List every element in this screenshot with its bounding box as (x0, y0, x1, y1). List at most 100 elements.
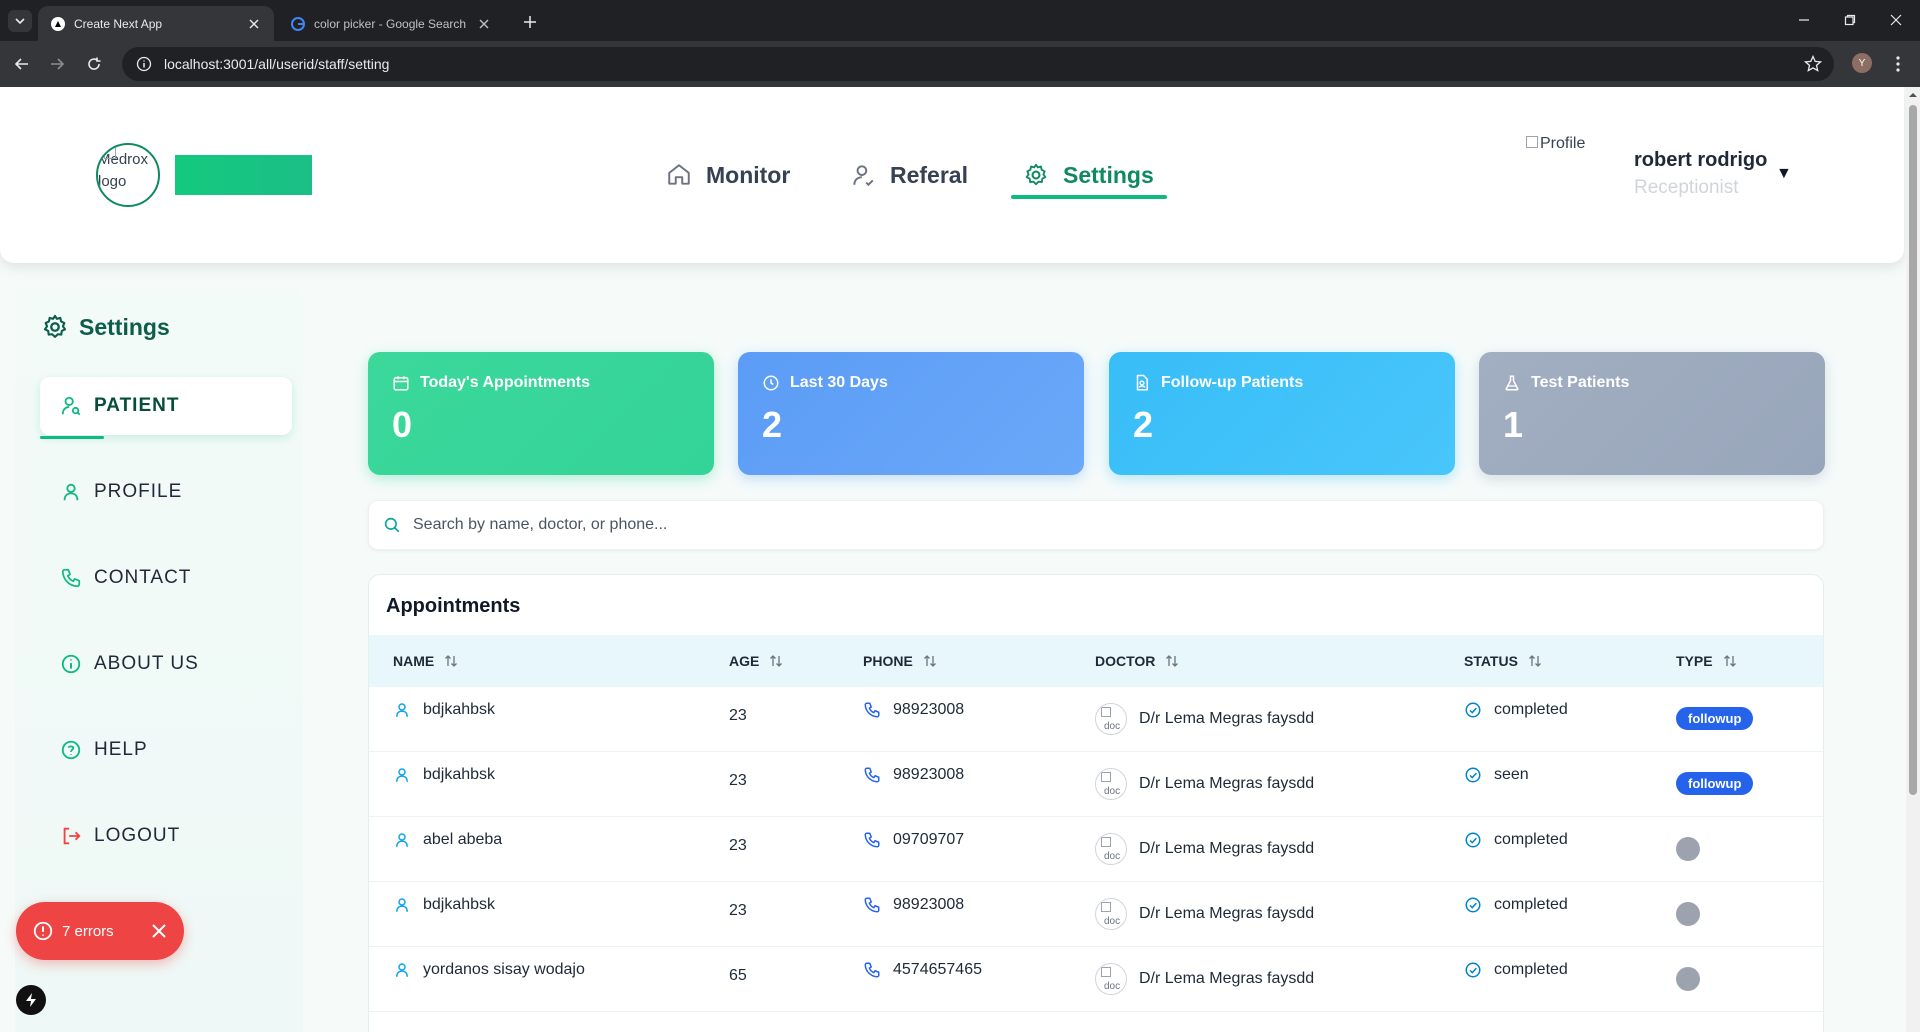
sidebar-item-logout[interactable]: LOGOUT (40, 807, 292, 865)
page-scrollbar[interactable] (1906, 87, 1920, 1032)
column-header-phone[interactable]: PHONE (863, 635, 937, 687)
sidebar-item-label: PATIENT (94, 395, 180, 416)
profile-image[interactable]: Profile (1526, 135, 1585, 153)
restore-button[interactable] (1830, 8, 1870, 32)
close-icon[interactable] (246, 16, 262, 32)
cell-name: bdjkahbsk (393, 896, 495, 914)
table-row[interactable]: bdjkahbsk 23 98923008 doc D/r Lema Megra… (369, 687, 1823, 752)
logo[interactable]: Medrox logo (96, 143, 160, 207)
sidebar-item-help[interactable]: HELP (40, 721, 292, 779)
stat-label: Today's Appointments (420, 374, 591, 391)
back-button[interactable] (10, 52, 34, 76)
column-header-status[interactable]: STATUS (1464, 635, 1542, 687)
sidebar-item-contact[interactable]: CONTACT (40, 549, 292, 607)
patient-phone: 4574657465 (893, 961, 982, 978)
forward-button[interactable] (45, 52, 69, 76)
errors-count: 7 errors (62, 922, 114, 940)
close-icon[interactable] (152, 924, 166, 938)
cell-age: 23 (729, 772, 747, 789)
table-row[interactable]: yordanos sisay wodajo 65 4574657465 doc … (369, 947, 1823, 1012)
browser-menu-button[interactable] (1888, 53, 1908, 75)
phone-icon (864, 897, 880, 913)
bookmark-star-icon[interactable] (1804, 55, 1822, 73)
cell-status: seen (1464, 766, 1529, 784)
sort-icon (1528, 655, 1541, 667)
nav-label: Settings (1063, 161, 1154, 188)
column-header-age[interactable]: AGE (729, 635, 783, 687)
address-bar[interactable]: localhost:3001/all/userid/staff/setting (122, 47, 1834, 81)
cell-phone: 09709707 (863, 831, 964, 849)
sidebar-item-label: CONTACT (94, 567, 192, 588)
stat-label: Test Patients (1531, 374, 1630, 391)
doctor-avatar: doc (1095, 898, 1127, 930)
reload-button[interactable] (82, 52, 106, 76)
column-header-doctor[interactable]: DOCTOR (1095, 635, 1179, 687)
sidebar-item-profile[interactable]: PROFILE (40, 463, 292, 521)
doctor-name: D/r Lema Megras faysdd (1139, 970, 1315, 987)
new-tab-button[interactable] (520, 12, 540, 32)
browser-profile-avatar[interactable]: Y (1852, 53, 1872, 73)
table-row[interactable]: abel abeba 23 09709707 doc D/r Lema Megr… (369, 817, 1823, 882)
sort-icon (770, 655, 783, 667)
nextjs-favicon-icon (50, 16, 66, 32)
window-close-button[interactable] (1876, 8, 1916, 32)
close-icon[interactable] (476, 16, 492, 32)
patient-name: bdjkahbsk (423, 766, 496, 783)
cell-age: 23 (729, 707, 747, 724)
cell-phone: 98923008 (863, 701, 964, 719)
nextjs-devtools-button[interactable] (16, 985, 46, 1015)
sort-icon (1166, 655, 1179, 667)
user-menu-caret[interactable]: ▼ (1776, 165, 1792, 183)
table-row[interactable]: bdjkahbsk 23 98923008 doc D/r Lema Megra… (369, 882, 1823, 947)
tab-search-button[interactable] (8, 10, 32, 32)
stat-card-test-patients[interactable]: Test Patients 1 (1479, 352, 1825, 475)
cell-name: bdjkahbsk (393, 766, 495, 784)
user-icon (396, 963, 408, 977)
cell-doctor: doc D/r Lema Megras faysdd (1095, 703, 1314, 735)
stat-value: 2 (1133, 404, 1154, 445)
table-row[interactable]: bdjkahbsk 23 98923008 doc D/r Lema Megra… (369, 752, 1823, 817)
active-nav-indicator (1011, 195, 1167, 199)
patient-phone: 09709707 (893, 831, 965, 848)
broken-image-icon (1101, 967, 1111, 977)
cell-status: completed (1464, 896, 1568, 914)
cell-type (1676, 837, 1700, 861)
sidebar-item-patient[interactable]: PATIENT (40, 377, 292, 439)
status-text: completed (1494, 961, 1568, 978)
column-header-type[interactable]: TYPE (1676, 635, 1737, 687)
nav-label: Monitor (706, 161, 791, 188)
column-header-label: TYPE (1676, 653, 1713, 669)
browser-tab[interactable]: color picker - Google Search (278, 6, 504, 41)
nav-monitor[interactable]: Monitor (666, 157, 790, 193)
dev-errors-indicator[interactable]: 7 errors (16, 902, 184, 960)
user-name[interactable]: robert rodrigo (1634, 149, 1767, 172)
scroll-up-icon[interactable] (1909, 91, 1917, 99)
scrollbar-thumb[interactable] (1909, 105, 1917, 795)
patient-phone: 98923008 (893, 766, 965, 783)
site-info-icon[interactable] (136, 56, 152, 72)
gear-icon (43, 314, 67, 338)
cell-phone: 98923008 (863, 896, 964, 914)
nav-label: Referal (890, 161, 968, 188)
sort-icon (923, 655, 936, 667)
profile-alt-text: Profile (1540, 135, 1586, 152)
search-input[interactable] (413, 516, 1793, 534)
user-icon (63, 483, 79, 501)
sort-icon (445, 655, 458, 667)
check-circle-icon (1465, 832, 1481, 848)
nav-referal[interactable]: Referal (850, 157, 968, 193)
sidebar-item-about-us[interactable]: ABOUT US (40, 635, 292, 693)
stat-label: Follow-up Patients (1161, 374, 1304, 391)
minimize-button[interactable] (1784, 8, 1824, 32)
browser-tab-active[interactable]: Create Next App (38, 6, 274, 41)
column-header-name[interactable]: NAME (393, 635, 458, 687)
doctor-name: D/r Lema Megras faysdd (1139, 775, 1315, 792)
nav-settings[interactable]: Settings (1023, 157, 1154, 193)
doctor-avatar: doc (1095, 833, 1127, 865)
stat-card-todays-appointments[interactable]: Today's Appointments 0 (368, 352, 714, 475)
appointments-panel: Appointments NAME AGE PHONE DOCTOR STATU… (368, 574, 1824, 1032)
close-icon (1890, 14, 1902, 26)
stat-card-last-30-days[interactable]: Last 30 Days 2 (738, 352, 1084, 475)
stat-card-follow-up-patients[interactable]: Follow-up Patients 2 (1109, 352, 1455, 475)
sidebar-item-label: ABOUT US (94, 653, 199, 674)
